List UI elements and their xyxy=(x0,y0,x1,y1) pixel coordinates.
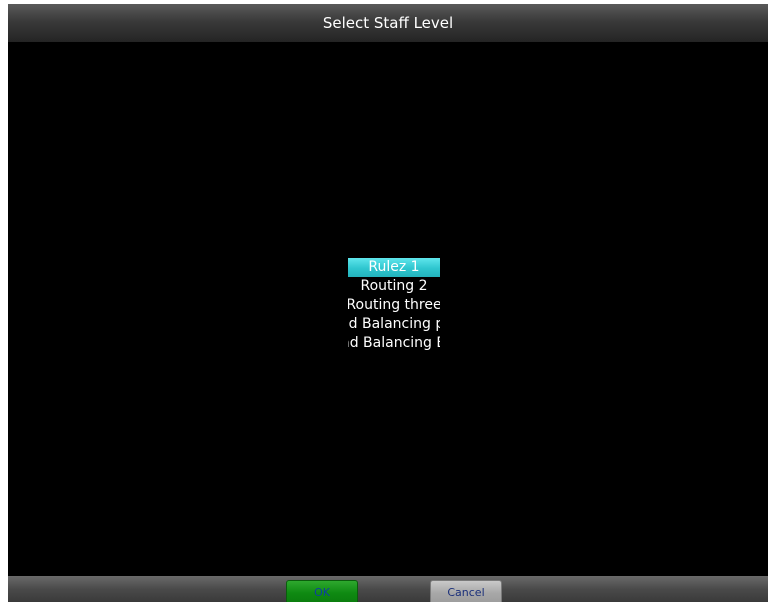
staff-level-item-label: Routing 2 xyxy=(360,278,428,294)
staff-level-item[interactable]: Rulez 1 xyxy=(348,258,440,277)
staff-level-item[interactable]: Load Balancing End xyxy=(348,334,440,353)
cancel-button[interactable]: Cancel xyxy=(430,580,502,602)
staff-level-list[interactable]: Rulez 1 Routing 2 Routing three Load Bal… xyxy=(348,258,440,368)
staff-level-item[interactable]: Load Balancing part xyxy=(348,315,440,334)
select-staff-level-dialog: Select Staff Level Rulez 1 Routing 2 Rou… xyxy=(8,4,768,602)
button-bar: OK Cancel xyxy=(8,576,768,602)
staff-level-item-label: Rulez 1 xyxy=(368,259,420,275)
staff-level-item[interactable]: Routing three xyxy=(348,296,440,315)
staff-level-item[interactable]: Routing 2 xyxy=(348,277,440,296)
staff-level-item-label: Load Balancing End xyxy=(348,335,440,351)
staff-level-item-label: Load Balancing part xyxy=(348,316,440,332)
dialog-title: Select Staff Level xyxy=(8,4,768,42)
ok-button[interactable]: OK xyxy=(286,580,358,602)
staff-level-item-label: Routing three xyxy=(348,297,440,313)
